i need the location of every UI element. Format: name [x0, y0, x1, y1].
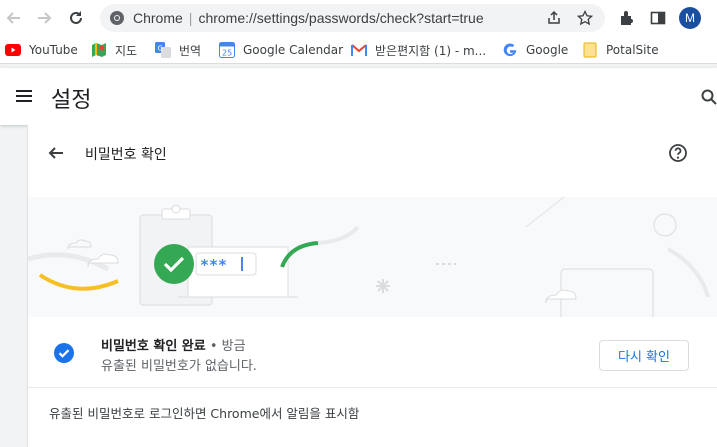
password-check-card: 비밀번호 확인 *** 비밀번호 확인 완료 • 방금 유출된 비밀번호가 없습…: [27, 125, 717, 447]
omnibox-site-label: Chrome: [133, 10, 183, 26]
bookmark-google[interactable]: Google: [502, 41, 568, 59]
omnibox-separator: |: [188, 10, 193, 26]
subpage-header: 비밀번호 확인: [28, 125, 717, 196]
bookmark-translate[interactable]: G 번역: [155, 41, 201, 59]
help-icon[interactable]: [668, 143, 690, 165]
maps-icon: [91, 42, 107, 58]
omnibox-text: Chrome | chrome://settings/passwords/check…: [133, 9, 484, 27]
chrome-icon: [109, 10, 125, 26]
check-status-detail: 유출된 비밀번호가 없습니다.: [101, 359, 257, 374]
check-status-row: 비밀번호 확인 완료 • 방금 유출된 비밀번호가 없습니다. 다시 확인: [28, 317, 717, 387]
bookmark-gmail[interactable]: 받은편지함 (1) - m...: [351, 41, 486, 59]
settings-header: 설정: [0, 68, 717, 125]
gmail-icon: [351, 42, 367, 58]
password-check-illustration: ***: [28, 197, 717, 317]
youtube-icon: [5, 42, 21, 58]
bookmark-folder-potalsite[interactable]: PotalSite: [582, 41, 659, 59]
back-arrow-icon[interactable]: [46, 143, 68, 165]
status-time: 방금: [221, 339, 246, 354]
bookmark-calendar[interactable]: 25 Google Calendar: [219, 41, 343, 59]
recheck-button[interactable]: 다시 확인: [599, 340, 689, 371]
google-icon: [502, 42, 518, 58]
page-title: 설정: [51, 88, 92, 113]
menu-icon[interactable]: [14, 86, 34, 106]
bookmark-label: PotalSite: [606, 43, 659, 57]
bookmark-label: Google Calendar: [243, 43, 344, 57]
bookmark-label: 받은편지함 (1) - m...: [375, 43, 487, 58]
subpage-title: 비밀번호 확인: [85, 147, 167, 163]
search-icon[interactable]: [700, 88, 717, 106]
check-status-title: 비밀번호 확인 완료 • 방금: [101, 335, 246, 354]
forward-arrow-icon[interactable]: [32, 6, 56, 30]
bookmark-label: Google: [526, 43, 569, 57]
bookmark-star-icon[interactable]: [575, 8, 595, 28]
translate-icon: G: [155, 42, 171, 58]
bookmark-maps[interactable]: 지도: [91, 41, 137, 59]
browser-toolbar: Chrome | chrome://settings/passwords/check…: [0, 0, 717, 36]
share-icon[interactable]: [544, 8, 564, 28]
side-panel-icon[interactable]: [646, 6, 670, 30]
bookmark-youtube[interactable]: YouTube: [5, 41, 78, 59]
back-arrow-icon[interactable]: [2, 6, 26, 30]
bookmark-label: 번역: [179, 43, 202, 58]
check-complete-icon: [54, 343, 74, 363]
extensions-icon[interactable]: [615, 6, 639, 30]
leak-notification-setting[interactable]: 유출된 비밀번호로 로그인하면 Chrome에서 알림을 표시함: [49, 403, 359, 422]
omnibox-url: chrome://settings/passwords/check?start=…: [198, 10, 484, 26]
masked-password-text: ***: [200, 256, 227, 274]
reload-icon[interactable]: [64, 6, 88, 30]
bookmark-label: YouTube: [29, 43, 78, 57]
status-separator: •: [205, 339, 222, 354]
status-title: 비밀번호 확인 완료: [101, 339, 206, 354]
bookmarks-bar: YouTube 지도 G 번역 25 Google Calendar 받은편지함…: [0, 36, 717, 64]
svg-text:G: G: [158, 45, 163, 53]
svg-text:25: 25: [222, 49, 232, 58]
omnibox[interactable]: Chrome | chrome://settings/passwords/check…: [100, 4, 605, 32]
folder-icon: [582, 42, 598, 58]
divider: [28, 387, 717, 388]
profile-avatar[interactable]: M: [679, 7, 701, 29]
calendar-icon: 25: [219, 42, 235, 58]
bookmark-label: 지도: [115, 43, 138, 58]
